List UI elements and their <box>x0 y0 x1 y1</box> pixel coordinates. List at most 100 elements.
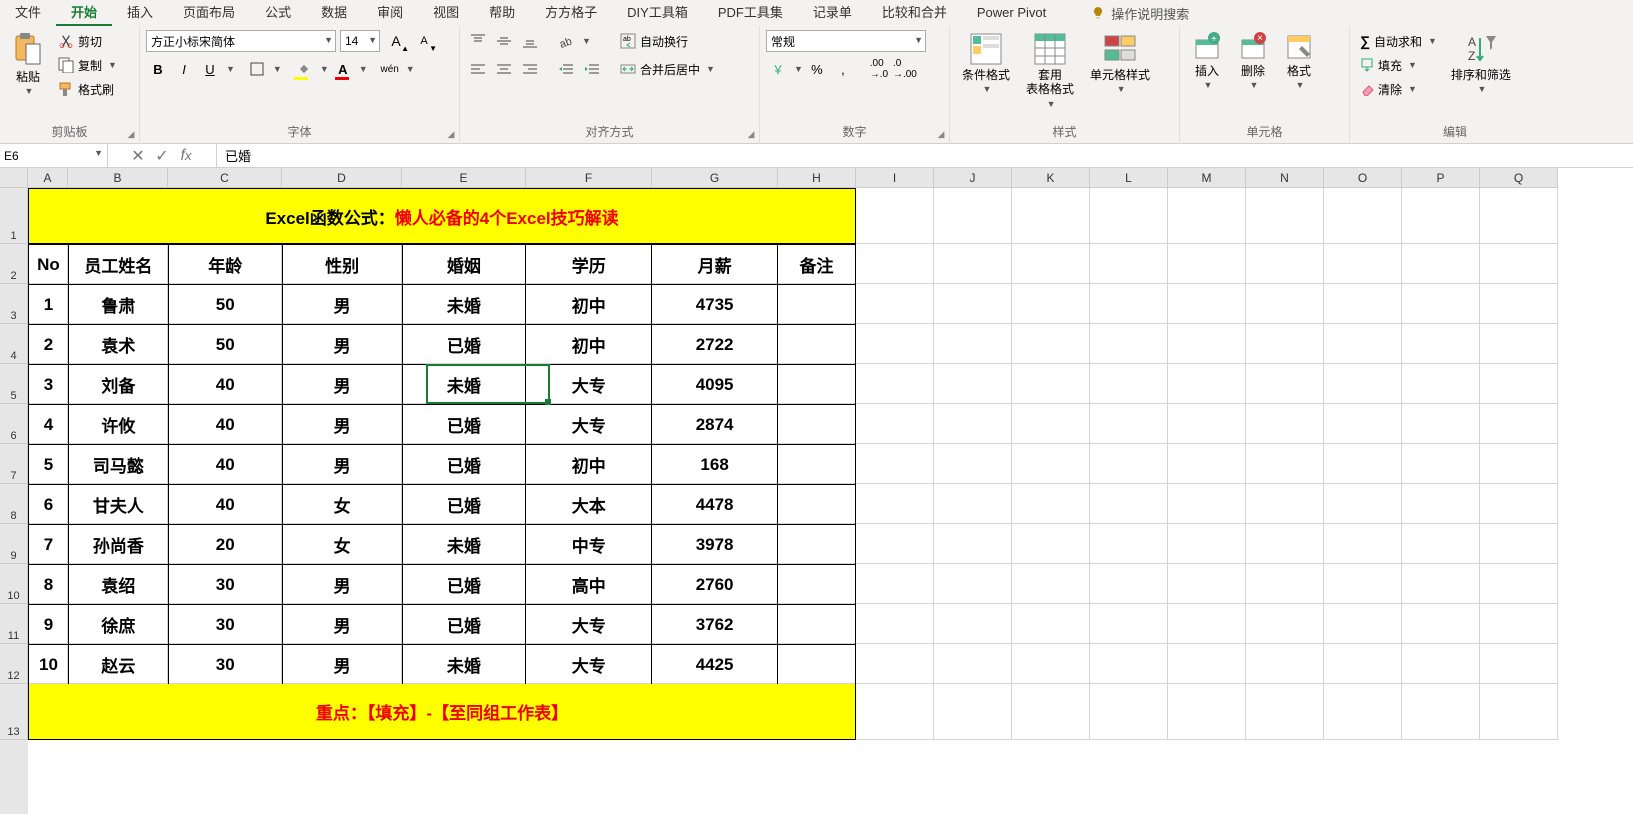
table-cell[interactable]: 已婚 <box>402 405 526 445</box>
table-cell[interactable]: 2874 <box>652 405 778 445</box>
table-cell[interactable]: 4425 <box>652 645 778 685</box>
col-header-K[interactable]: K <box>1012 168 1090 188</box>
col-header-G[interactable]: G <box>652 168 778 188</box>
table-cell[interactable]: 5 <box>29 445 69 485</box>
tab-data[interactable]: 数据 <box>306 0 362 26</box>
table-cell[interactable]: 9 <box>29 605 69 645</box>
paste-button[interactable]: 粘贴 ▼ <box>6 30 50 121</box>
table-format-button[interactable]: 套用 表格格式▼ <box>1020 30 1080 121</box>
percent-button[interactable]: % <box>805 58 829 80</box>
table-cell[interactable]: 40 <box>168 405 282 445</box>
table-cell[interactable]: 刘备 <box>68 365 168 405</box>
table-cell[interactable]: 已婚 <box>402 565 526 605</box>
col-header-J[interactable]: J <box>934 168 1012 188</box>
tab-help[interactable]: 帮助 <box>474 0 530 26</box>
table-cell[interactable]: 中专 <box>526 525 652 565</box>
table-cell[interactable]: 已婚 <box>402 485 526 525</box>
table-cell[interactable]: 女 <box>282 525 402 565</box>
sheet-footer[interactable]: 重点：【填充】-【至同组工作表】 <box>28 684 856 740</box>
bold-button[interactable]: B <box>146 58 170 80</box>
tab-pdf[interactable]: PDF工具集 <box>703 0 798 26</box>
clear-button[interactable]: 清除▼ <box>1356 78 1441 100</box>
row-header-10[interactable]: 10 <box>0 564 28 604</box>
tab-diy[interactable]: DIY工具箱 <box>612 0 703 26</box>
table-cell[interactable]: 40 <box>168 485 282 525</box>
name-box[interactable]: E6▼ <box>0 144 108 167</box>
align-top-button[interactable] <box>466 30 490 52</box>
formula-input[interactable]: 已婚 <box>217 144 1633 167</box>
col-header-M[interactable]: M <box>1168 168 1246 188</box>
table-cell[interactable]: 许攸 <box>68 405 168 445</box>
table-cell[interactable] <box>778 285 856 325</box>
table-cell[interactable]: 男 <box>282 445 402 485</box>
table-cell[interactable]: 40 <box>168 365 282 405</box>
row-header-11[interactable]: 11 <box>0 604 28 644</box>
col-header-I[interactable]: I <box>856 168 934 188</box>
table-cell[interactable]: 7 <box>29 525 69 565</box>
table-cell[interactable]: 男 <box>282 325 402 365</box>
tab-review[interactable]: 审阅 <box>362 0 418 26</box>
comma-button[interactable]: , <box>831 58 855 80</box>
table-cell[interactable]: 司马懿 <box>68 445 168 485</box>
table-cell[interactable] <box>778 565 856 605</box>
orientation-button[interactable]: ab <box>554 30 578 52</box>
col-header-D[interactable]: D <box>282 168 402 188</box>
table-cell[interactable]: 大本 <box>526 485 652 525</box>
merge-center-button[interactable]: 合并后居中▼ <box>616 58 719 80</box>
tab-formulas[interactable]: 公式 <box>250 0 306 26</box>
tab-powerpivot[interactable]: Power Pivot <box>962 0 1061 26</box>
insert-cells-button[interactable]: + 插入▼ <box>1186 30 1228 121</box>
table-cell[interactable]: 男 <box>282 285 402 325</box>
table-header[interactable]: 员工姓名 <box>68 245 168 285</box>
table-cell[interactable]: 男 <box>282 365 402 405</box>
table-cell[interactable]: 168 <box>652 445 778 485</box>
table-cell[interactable]: 30 <box>168 605 282 645</box>
table-cell[interactable]: 40 <box>168 445 282 485</box>
table-cell[interactable]: 已婚 <box>402 445 526 485</box>
increase-font-button[interactable]: A▲ <box>384 30 408 52</box>
format-painter-button[interactable]: 格式刷 <box>54 78 121 100</box>
table-header[interactable]: 性别 <box>282 245 402 285</box>
align-middle-button[interactable] <box>492 30 516 52</box>
accounting-button[interactable]: ￥ <box>766 58 790 80</box>
align-right-button[interactable] <box>518 58 542 80</box>
table-cell[interactable]: 未婚 <box>402 365 526 405</box>
border-button[interactable] <box>245 58 269 80</box>
dialog-launcher-icon[interactable]: ◢ <box>445 128 457 140</box>
sort-filter-button[interactable]: AZ 排序和筛选▼ <box>1445 30 1517 121</box>
decrease-decimal-button[interactable]: .0→.00 <box>893 58 917 80</box>
tab-view[interactable]: 视图 <box>418 0 474 26</box>
table-cell[interactable]: 甘夫人 <box>68 485 168 525</box>
sheet-title[interactable]: Excel函数公式：懒人必备的4个Excel技巧解读 <box>28 188 856 244</box>
row-header-3[interactable]: 3 <box>0 284 28 324</box>
table-cell[interactable]: 4478 <box>652 485 778 525</box>
font-family-select[interactable]: 方正小标宋简体▼ <box>146 30 336 52</box>
table-cell[interactable] <box>778 445 856 485</box>
table-cell[interactable]: 初中 <box>526 325 652 365</box>
table-header[interactable]: 月薪 <box>652 245 778 285</box>
dialog-launcher-icon[interactable]: ◢ <box>935 128 947 140</box>
table-cell[interactable]: 8 <box>29 565 69 605</box>
table-cell[interactable]: 未婚 <box>402 645 526 685</box>
col-header-L[interactable]: L <box>1090 168 1168 188</box>
table-cell[interactable]: 3 <box>29 365 69 405</box>
table-cell[interactable]: 男 <box>282 405 402 445</box>
table-cell[interactable]: 1 <box>29 285 69 325</box>
table-cell[interactable]: 男 <box>282 565 402 605</box>
conditional-format-button[interactable]: 条件格式▼ <box>956 30 1016 121</box>
delete-cells-button[interactable]: × 删除▼ <box>1232 30 1274 121</box>
table-header[interactable]: 年龄 <box>168 245 282 285</box>
table-cell[interactable]: 大专 <box>526 645 652 685</box>
table-cell[interactable]: 初中 <box>526 445 652 485</box>
table-cell[interactable]: 4 <box>29 405 69 445</box>
table-cell[interactable]: 3978 <box>652 525 778 565</box>
tab-home[interactable]: 开始 <box>56 0 112 26</box>
phonetic-button[interactable]: wén <box>378 58 402 80</box>
row-header-5[interactable]: 5 <box>0 364 28 404</box>
increase-indent-button[interactable] <box>580 58 604 80</box>
number-format-select[interactable]: 常规▼ <box>766 30 926 52</box>
wrap-text-button[interactable]: ab 自动换行 <box>616 30 719 52</box>
row-header-8[interactable]: 8 <box>0 484 28 524</box>
row-header-2[interactable]: 2 <box>0 244 28 284</box>
table-header[interactable]: 学历 <box>526 245 652 285</box>
